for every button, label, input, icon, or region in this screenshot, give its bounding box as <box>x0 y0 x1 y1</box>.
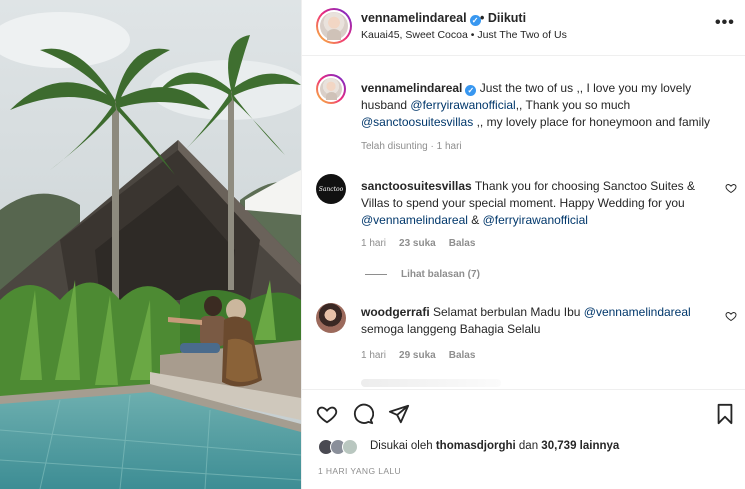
comment-bubble-icon[interactable] <box>352 403 374 425</box>
liker-avatars[interactable] <box>318 439 366 455</box>
likes-summary: Disukai oleh thomasdjorghi dan 30,739 la… <box>302 435 745 459</box>
reply-button[interactable]: Balas <box>449 238 476 249</box>
commenter-username[interactable]: sanctoosuitesvillas <box>361 179 472 193</box>
more-horizontal-icon[interactable]: ••• <box>715 14 735 32</box>
comment-meta: 1 hari 23 suka Balas <box>361 238 488 249</box>
next-comment-fade <box>361 379 501 387</box>
comment-like-heart-icon[interactable] <box>725 182 737 194</box>
mention-link[interactable]: @vennamelindareal <box>361 213 468 227</box>
comments-list[interactable]: vennamelindareal ✓ Just the two of us ,, … <box>302 57 745 387</box>
share-paper-plane-icon[interactable] <box>388 403 410 425</box>
author-username[interactable]: vennamelindareal ✓ <box>361 11 481 26</box>
mention-link[interactable]: @sanctoosuitesvillas <box>361 115 473 129</box>
comment-text: woodgerrafi Selamat berbulan Madu Ibu @v… <box>361 305 691 336</box>
comment-like-heart-icon[interactable] <box>725 310 737 322</box>
location-link[interactable]: Kauai45, Sweet Cocoa • Just The Two of U… <box>361 29 567 41</box>
mention-link[interactable]: @vennamelindareal <box>584 305 691 319</box>
post-date[interactable]: 1 HARI YANG LALU <box>318 466 401 476</box>
commenter-avatar[interactable] <box>316 303 346 333</box>
caption-username[interactable]: vennamelindareal <box>361 81 462 95</box>
comment-likes[interactable]: 29 suka <box>399 350 436 361</box>
view-replies-button[interactable]: Lihat balasan (7) <box>365 269 480 280</box>
author-avatar[interactable] <box>316 8 352 44</box>
comment-text: sanctoosuitesvillas Thank you for choosi… <box>361 179 695 227</box>
liked-by-text: Disukai oleh thomasdjorghi dan 30,739 la… <box>370 440 620 452</box>
mention-link[interactable]: @ferryirawanofficial <box>483 213 588 227</box>
post-detail-panel: vennamelindareal ✓ • Diikuti Kauai45, Swe… <box>301 0 745 489</box>
post-caption: vennamelindareal ✓ Just the two of us ,, … <box>361 81 711 129</box>
commenter-username[interactable]: woodgerrafi <box>361 305 430 319</box>
villa-pool-photo <box>0 0 301 489</box>
mention-link[interactable]: @ferryirawanofficial <box>410 98 515 112</box>
like-heart-icon[interactable] <box>316 403 338 425</box>
comment-meta: 1 hari 29 suka Balas <box>361 350 488 361</box>
liked-by-others-link[interactable]: 30,739 lainnya <box>541 440 619 452</box>
verified-badge-icon: ✓ <box>465 85 477 96</box>
liker-avatar <box>342 439 358 455</box>
commenter-avatar[interactable]: Sanctoo <box>316 174 346 204</box>
reply-button[interactable]: Balas <box>449 350 476 361</box>
liked-by-user-link[interactable]: thomasdjorghi <box>436 440 516 452</box>
caption-meta: Telah disunting · 1 hari <box>361 141 462 152</box>
post-photo <box>0 0 301 489</box>
post-actions <box>302 389 745 433</box>
comment-likes[interactable]: 23 suka <box>399 238 436 249</box>
follow-status[interactable]: • Diikuti <box>480 11 526 25</box>
comment-time: 1 hari <box>361 238 387 249</box>
caption-author-avatar[interactable] <box>316 74 346 104</box>
verified-badge-icon: ✓ <box>469 15 481 26</box>
save-bookmark-icon[interactable] <box>714 403 736 425</box>
comment-time: 1 hari <box>361 350 387 361</box>
post-header: vennamelindareal ✓ • Diikuti Kauai45, Swe… <box>302 0 745 56</box>
